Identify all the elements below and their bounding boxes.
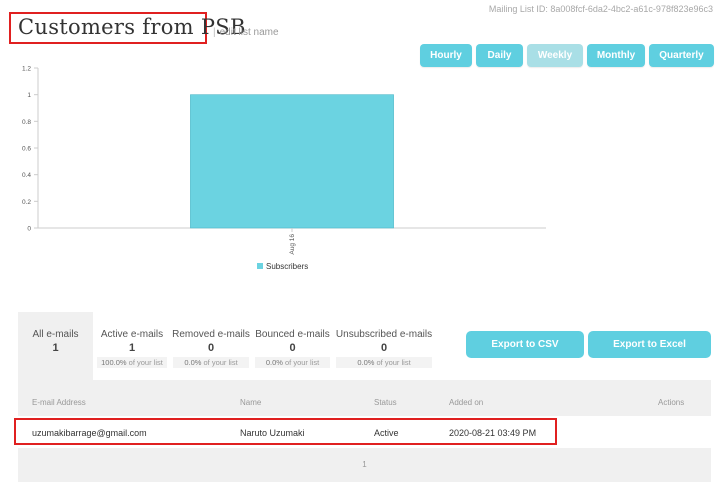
legend-label: Subscribers xyxy=(266,262,308,271)
y-tick-label: 0 xyxy=(27,226,31,233)
tab-percent: 0.0% of your list xyxy=(255,357,330,368)
tab-percent: 100.0% of your list xyxy=(97,357,167,368)
subscribers-chart: 0 0.2 0.4 0.6 0.8 1 1.2 Aug 16 Subscribers xyxy=(22,66,546,271)
y-tick-label: 0.2 xyxy=(22,199,31,206)
y-tick-label: 0.4 xyxy=(22,172,31,179)
tab-unsubscribed-emails[interactable]: Unsubscribed e-mails 0 0.0% of your list xyxy=(334,312,434,380)
x-tick-label: Aug 16 xyxy=(289,234,296,255)
row-highlight-box xyxy=(14,418,557,445)
y-tick-label: 1.2 xyxy=(22,66,31,73)
tab-percent: 0.0% of your list xyxy=(173,357,249,368)
column-added[interactable]: Added on xyxy=(449,398,483,407)
tab-percent: 0.0% of your list xyxy=(336,357,432,368)
x-axis-labels: Aug 16 xyxy=(289,228,296,255)
monthly-button[interactable]: Monthly xyxy=(587,44,645,67)
quarterly-button[interactable]: Quarterly xyxy=(649,44,714,67)
tab-count: 0 xyxy=(289,342,296,354)
column-actions: Actions xyxy=(658,398,685,407)
y-tick-label: 1 xyxy=(27,92,31,99)
column-status[interactable]: Status xyxy=(374,398,397,407)
y-tick-label: 0.6 xyxy=(22,146,31,153)
tab-count: 1 xyxy=(128,342,136,354)
tab-all-emails[interactable]: All e-mails 1 xyxy=(18,312,93,380)
edit-list-name-link[interactable]: | edit list name xyxy=(213,27,279,38)
pagination: 1 xyxy=(18,448,711,482)
bars xyxy=(190,94,394,229)
chart-legend: Subscribers xyxy=(257,262,308,271)
tab-label: Removed e-mails xyxy=(172,329,250,340)
column-name[interactable]: Name xyxy=(240,398,261,407)
table-header: E-mail Address Name Status Added on Acti… xyxy=(18,380,711,416)
email-status-tabs: All e-mails 1 Active e-mails 1 100.0% of… xyxy=(18,312,438,380)
export-csv-button[interactable]: Export to CSV xyxy=(466,331,584,358)
edit-list-name-label: edit list name xyxy=(219,27,279,38)
tab-label: Bounced e-mails xyxy=(255,329,330,340)
tab-label: Active e-mails xyxy=(100,329,164,340)
tab-active-emails[interactable]: Active e-mails 1 100.0% of your list xyxy=(96,312,168,380)
column-email[interactable]: E-mail Address xyxy=(32,398,86,407)
tab-bounced-emails[interactable]: Bounced e-mails 0 0.0% of your list xyxy=(254,312,331,380)
legend-swatch xyxy=(257,263,263,269)
page-title: Customers from PSB xyxy=(18,15,246,39)
tab-count: 0 xyxy=(380,342,388,354)
bar xyxy=(190,94,394,229)
tab-count: 0 xyxy=(207,342,215,354)
export-excel-button[interactable]: Export to Excel xyxy=(588,331,711,358)
page-number[interactable]: 1 xyxy=(362,460,366,469)
y-tick-label: 0.8 xyxy=(22,119,31,126)
mailing-list-id: Mailing List ID: 8a008fcf-6da2-4bc2-a61c… xyxy=(488,4,713,14)
tab-label: All e-mails xyxy=(32,329,79,340)
tab-count: 1 xyxy=(52,342,59,354)
tab-label: Unsubscribed e-mails xyxy=(335,329,433,340)
tab-removed-emails[interactable]: Removed e-mails 0 0.0% of your list xyxy=(171,312,251,380)
separator: | xyxy=(213,27,216,38)
